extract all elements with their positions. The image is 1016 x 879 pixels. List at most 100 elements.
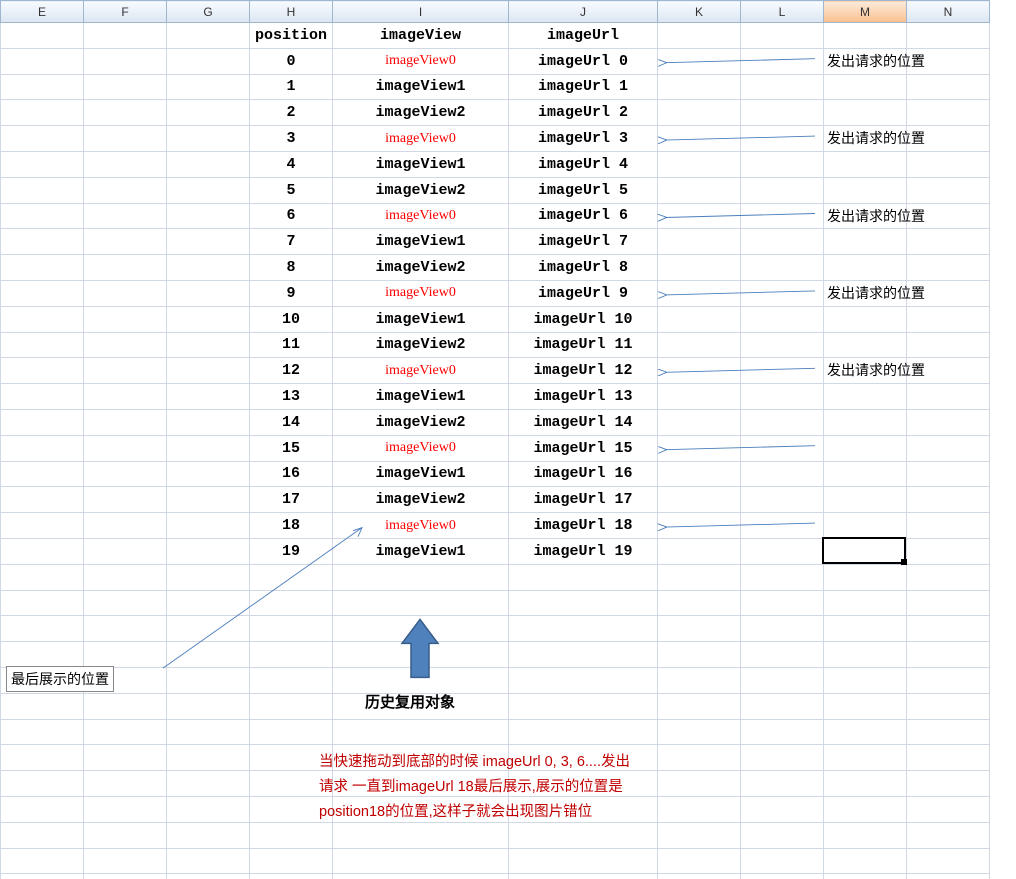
cell-I-4[interactable]: imageView0 — [333, 126, 509, 152]
cell-E-21[interactable] — [1, 564, 84, 590]
cell-H-0[interactable]: position — [250, 23, 333, 49]
cell-L-17[interactable] — [741, 461, 824, 487]
cell-N-22[interactable] — [907, 590, 990, 616]
cell-N-24[interactable] — [907, 642, 990, 668]
cell-J-18[interactable]: imageUrl 17 — [509, 487, 658, 513]
cell-E-4[interactable] — [1, 126, 84, 152]
cell-F-21[interactable] — [84, 564, 167, 590]
cell-E-11[interactable] — [1, 306, 84, 332]
cell-G-29[interactable] — [167, 771, 250, 797]
cell-J-29[interactable] — [509, 771, 658, 797]
cell-K-31[interactable] — [658, 822, 741, 848]
cell-L-22[interactable] — [741, 590, 824, 616]
cell-I-14[interactable]: imageView1 — [333, 384, 509, 410]
cell-N-29[interactable] — [907, 771, 990, 797]
cell-G-30[interactable] — [167, 796, 250, 822]
cell-M-15[interactable] — [824, 409, 907, 435]
cell-M-28[interactable] — [824, 745, 907, 771]
cell-G-28[interactable] — [167, 745, 250, 771]
cell-G-21[interactable] — [167, 564, 250, 590]
cell-M-26[interactable] — [824, 693, 907, 719]
cell-F-0[interactable] — [84, 23, 167, 49]
cell-G-5[interactable] — [167, 151, 250, 177]
cell-F-17[interactable] — [84, 461, 167, 487]
cell-K-21[interactable] — [658, 564, 741, 590]
cell-F-11[interactable] — [84, 306, 167, 332]
cell-E-27[interactable] — [1, 719, 84, 745]
cell-M-17[interactable] — [824, 461, 907, 487]
cell-K-15[interactable] — [658, 409, 741, 435]
cell-H-23[interactable] — [250, 616, 333, 642]
spreadsheet-grid[interactable]: EFGHIJKLMNpositionimageViewimageUrl0imag… — [0, 0, 990, 879]
cell-G-8[interactable] — [167, 229, 250, 255]
cell-E-10[interactable] — [1, 280, 84, 306]
cell-H-14[interactable]: 13 — [250, 384, 333, 410]
cell-N-21[interactable] — [907, 564, 990, 590]
cell-K-20[interactable] — [658, 538, 741, 564]
cell-F-27[interactable] — [84, 719, 167, 745]
cell-I-26[interactable] — [333, 693, 509, 719]
cell-K-18[interactable] — [658, 487, 741, 513]
cell-G-7[interactable] — [167, 203, 250, 229]
cell-H-27[interactable] — [250, 719, 333, 745]
cell-H-7[interactable]: 6 — [250, 203, 333, 229]
cell-M-27[interactable] — [824, 719, 907, 745]
cell-L-25[interactable] — [741, 667, 824, 693]
cell-F-31[interactable] — [84, 822, 167, 848]
cell-K-26[interactable] — [658, 693, 741, 719]
cell-I-15[interactable]: imageView2 — [333, 409, 509, 435]
cell-N-5[interactable] — [907, 151, 990, 177]
cell-F-8[interactable] — [84, 229, 167, 255]
cell-G-14[interactable] — [167, 384, 250, 410]
cell-N-19[interactable] — [907, 513, 990, 539]
cell-H-10[interactable]: 9 — [250, 280, 333, 306]
cell-N-25[interactable] — [907, 667, 990, 693]
cell-G-18[interactable] — [167, 487, 250, 513]
cell-M-9[interactable] — [824, 255, 907, 281]
cell-M-4[interactable] — [824, 126, 907, 152]
cell-G-3[interactable] — [167, 100, 250, 126]
cell-M-14[interactable] — [824, 384, 907, 410]
cell-G-16[interactable] — [167, 435, 250, 461]
cell-E-33[interactable] — [1, 874, 84, 879]
cell-F-7[interactable] — [84, 203, 167, 229]
cell-F-9[interactable] — [84, 255, 167, 281]
cell-E-14[interactable] — [1, 384, 84, 410]
cell-N-14[interactable] — [907, 384, 990, 410]
cell-I-21[interactable] — [333, 564, 509, 590]
cell-J-24[interactable] — [509, 642, 658, 668]
cell-N-0[interactable] — [907, 23, 990, 49]
cell-E-24[interactable] — [1, 642, 84, 668]
cell-G-22[interactable] — [167, 590, 250, 616]
cell-G-4[interactable] — [167, 126, 250, 152]
cell-M-11[interactable] — [824, 306, 907, 332]
cell-E-16[interactable] — [1, 435, 84, 461]
cell-F-24[interactable] — [84, 642, 167, 668]
cell-K-7[interactable] — [658, 203, 741, 229]
cell-L-4[interactable] — [741, 126, 824, 152]
cell-N-16[interactable] — [907, 435, 990, 461]
cell-L-10[interactable] — [741, 280, 824, 306]
cell-E-6[interactable] — [1, 177, 84, 203]
cell-I-20[interactable]: imageView1 — [333, 538, 509, 564]
cell-H-29[interactable] — [250, 771, 333, 797]
cell-E-2[interactable] — [1, 74, 84, 100]
cell-K-5[interactable] — [658, 151, 741, 177]
cell-I-17[interactable]: imageView1 — [333, 461, 509, 487]
cell-F-26[interactable] — [84, 693, 167, 719]
cell-G-13[interactable] — [167, 358, 250, 384]
cell-F-4[interactable] — [84, 126, 167, 152]
cell-I-1[interactable]: imageView0 — [333, 48, 509, 74]
cell-G-25[interactable] — [167, 667, 250, 693]
cell-K-0[interactable] — [658, 23, 741, 49]
cell-M-30[interactable] — [824, 796, 907, 822]
cell-H-20[interactable]: 19 — [250, 538, 333, 564]
cell-E-18[interactable] — [1, 487, 84, 513]
cell-N-30[interactable] — [907, 796, 990, 822]
cell-H-8[interactable]: 7 — [250, 229, 333, 255]
cell-H-18[interactable]: 17 — [250, 487, 333, 513]
cell-G-32[interactable] — [167, 848, 250, 874]
cell-I-30[interactable] — [333, 796, 509, 822]
cell-H-4[interactable]: 3 — [250, 126, 333, 152]
cell-L-27[interactable] — [741, 719, 824, 745]
